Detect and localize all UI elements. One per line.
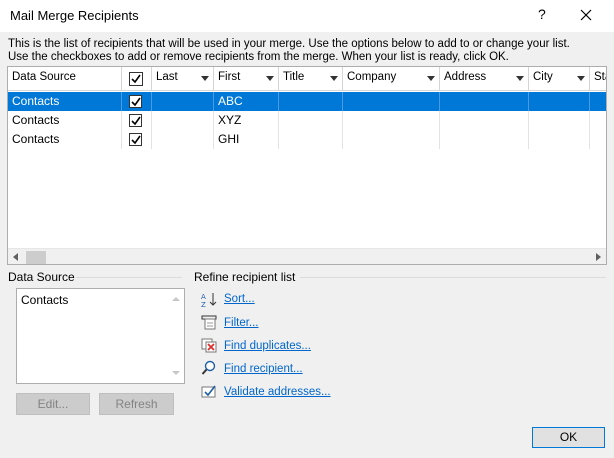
column-header-data-source[interactable]: Data Source: [8, 67, 122, 91]
dropdown-arrow-icon[interactable]: [201, 76, 209, 81]
horizontal-scrollbar[interactable]: [8, 248, 606, 264]
data-source-heading: Data Source: [8, 270, 75, 284]
column-header-state[interactable]: Sta: [590, 67, 606, 91]
instruction-line-1: This is the list of recipients that will…: [8, 38, 570, 50]
cell-first: XYZ: [218, 113, 242, 127]
chevron-up-icon[interactable]: [172, 297, 180, 301]
close-button[interactable]: [576, 5, 596, 25]
svg-text:A: A: [201, 293, 206, 301]
find-duplicates-icon: [201, 337, 217, 353]
refine-heading: Refine recipient list: [194, 270, 296, 284]
vertical-scrollbar[interactable]: [169, 289, 184, 383]
filter-icon: [201, 314, 217, 330]
ok-button[interactable]: OK: [532, 427, 605, 448]
table-row[interactable]: Contacts GHI: [8, 130, 606, 149]
cell-data-source: Contacts: [12, 94, 60, 108]
chevron-left-icon: [13, 253, 18, 261]
cell-first: GHI: [218, 132, 240, 146]
column-header-first[interactable]: First: [214, 67, 279, 91]
edit-button[interactable]: Edit...: [16, 393, 90, 415]
column-header-address[interactable]: Address: [440, 67, 529, 91]
list-item[interactable]: Contacts: [21, 293, 68, 307]
include-checkbox[interactable]: [129, 133, 142, 146]
chevron-down-icon[interactable]: [172, 371, 180, 375]
checkmark-icon: [131, 97, 141, 107]
sort-icon: AZ: [201, 291, 217, 309]
dropdown-arrow-icon[interactable]: [577, 76, 585, 81]
divider: [300, 277, 606, 278]
dropdown-arrow-icon[interactable]: [330, 76, 338, 81]
cell-data-source: Contacts: [12, 132, 60, 146]
window-title: Mail Merge Recipients: [10, 8, 139, 23]
scrollbar-thumb[interactable]: [26, 251, 46, 264]
table-row[interactable]: Contacts ABC: [8, 92, 606, 111]
column-header-last[interactable]: Last: [152, 67, 214, 91]
checkmark-icon: [131, 135, 141, 145]
dropdown-arrow-icon[interactable]: [516, 76, 524, 81]
filter-link[interactable]: Filter...: [224, 317, 259, 329]
table-row[interactable]: Contacts XYZ: [8, 111, 606, 130]
column-header-company[interactable]: Company: [343, 67, 440, 91]
divider: [76, 277, 182, 278]
chevron-right-icon: [596, 253, 601, 261]
cell-first: ABC: [218, 94, 243, 108]
dropdown-arrow-icon[interactable]: [266, 76, 274, 81]
find-recipient-icon: [201, 360, 217, 376]
refresh-button[interactable]: Refresh: [99, 393, 174, 415]
scroll-left-button[interactable]: [8, 249, 25, 264]
select-all-checkbox[interactable]: [129, 72, 143, 86]
include-checkbox[interactable]: [129, 114, 142, 127]
validate-addresses-link[interactable]: Validate addresses...: [224, 386, 331, 398]
scroll-right-button[interactable]: [589, 249, 606, 264]
find-recipient-link[interactable]: Find recipient...: [224, 363, 303, 375]
include-checkbox[interactable]: [129, 95, 142, 108]
close-icon: [580, 9, 592, 21]
column-header-title[interactable]: Title: [279, 67, 343, 91]
recipient-grid[interactable]: Data Source Last First Title Company Add…: [7, 66, 607, 265]
column-header-city[interactable]: City: [529, 67, 590, 91]
checkmark-icon: [131, 116, 141, 126]
validate-addresses-icon: [201, 383, 217, 399]
cell-data-source: Contacts: [12, 113, 60, 127]
svg-text:Z: Z: [201, 301, 206, 307]
sort-link[interactable]: Sort...: [224, 293, 255, 305]
instruction-line-2: Use the checkboxes to add or remove reci…: [8, 51, 509, 63]
column-header-select-all[interactable]: [122, 67, 152, 91]
help-button[interactable]: ?: [538, 6, 546, 22]
checkmark-icon: [131, 74, 141, 84]
data-source-list[interactable]: Contacts: [16, 288, 185, 384]
find-duplicates-link[interactable]: Find duplicates...: [224, 340, 311, 352]
dropdown-arrow-icon[interactable]: [427, 76, 435, 81]
